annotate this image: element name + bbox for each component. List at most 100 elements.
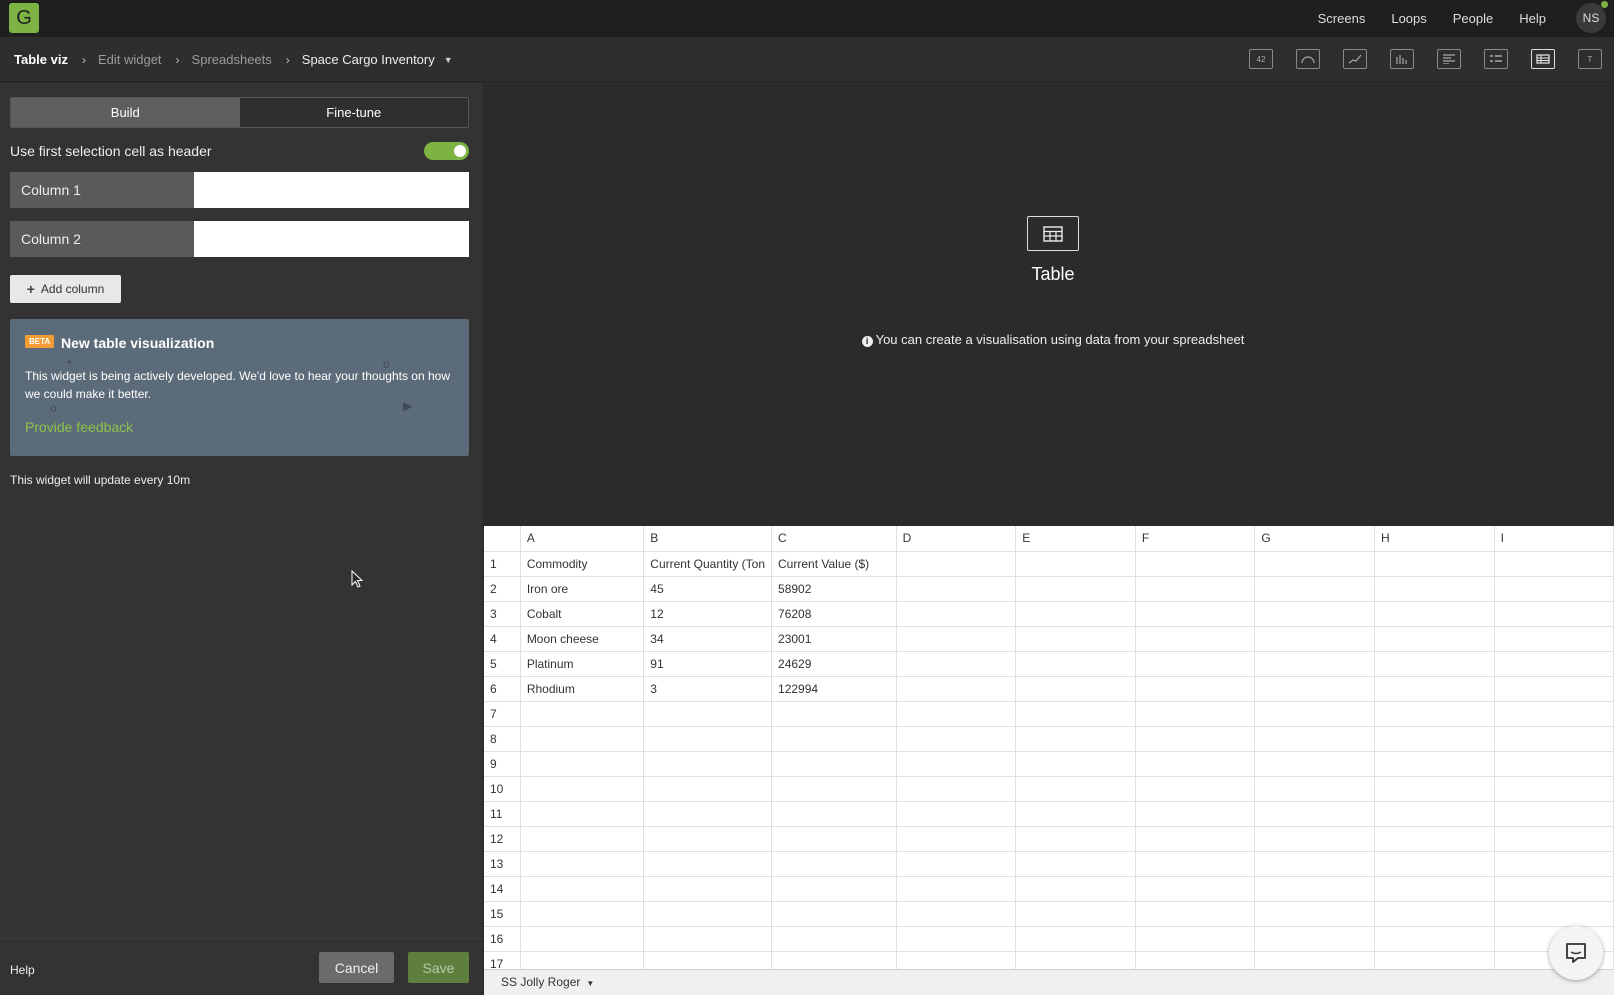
sheet-cell[interactable] — [896, 901, 1017, 927]
sheet-cell[interactable]: 34 — [643, 626, 773, 652]
sheet-cell[interactable] — [1015, 601, 1136, 627]
sheet-cell[interactable] — [771, 726, 897, 752]
sheet-cell[interactable] — [896, 801, 1017, 827]
row-number[interactable]: 7 — [484, 701, 521, 727]
number-widget-icon[interactable]: 42 — [1249, 49, 1273, 69]
column-header[interactable]: A — [520, 526, 645, 552]
sheet-cell[interactable] — [1374, 726, 1495, 752]
sheet-cell[interactable] — [520, 801, 645, 827]
breadcrumb-spreadsheets[interactable]: Spreadsheets — [192, 52, 272, 67]
sheet-cell[interactable] — [1254, 576, 1376, 602]
sheet-cell[interactable] — [643, 751, 773, 777]
row-number[interactable]: 6 — [484, 676, 521, 702]
sheet-cell[interactable] — [1254, 826, 1376, 852]
sheet-cell[interactable] — [1135, 751, 1256, 777]
sheet-cell[interactable] — [771, 701, 897, 727]
sheet-cell[interactable] — [1374, 601, 1495, 627]
sheet-cell[interactable] — [896, 626, 1017, 652]
sheet-cell[interactable] — [1494, 901, 1614, 927]
sheet-cell[interactable] — [1374, 626, 1495, 652]
header-toggle[interactable] — [424, 142, 469, 160]
row-number[interactable]: 14 — [484, 876, 521, 902]
sheet-cell[interactable]: 45 — [643, 576, 773, 602]
sheet-cell[interactable] — [1374, 926, 1495, 952]
sheet-cell[interactable] — [1254, 751, 1376, 777]
sheet-cell[interactable] — [771, 851, 897, 877]
sheet-cell[interactable] — [1254, 726, 1376, 752]
sheet-cell[interactable] — [1254, 701, 1376, 727]
add-column-button[interactable]: + Add column — [10, 275, 121, 303]
sheet-cell[interactable] — [1494, 626, 1614, 652]
cancel-button[interactable]: Cancel — [319, 952, 394, 983]
bar-chart-widget-icon[interactable] — [1390, 49, 1414, 69]
sheet-cell[interactable] — [520, 776, 645, 802]
sheet-cell[interactable] — [1135, 601, 1256, 627]
sheet-cell[interactable] — [1254, 901, 1376, 927]
sheet-cell[interactable] — [1135, 851, 1256, 877]
sheet-cell[interactable] — [1135, 801, 1256, 827]
sheet-cell[interactable] — [896, 851, 1017, 877]
sheet-cell[interactable] — [1135, 701, 1256, 727]
row-number[interactable]: 2 — [484, 576, 521, 602]
sheet-cell[interactable] — [1374, 551, 1495, 577]
sheet-cell[interactable] — [771, 826, 897, 852]
sheet-cell[interactable] — [1015, 551, 1136, 577]
row-number[interactable]: 1 — [484, 551, 521, 577]
text-widget-icon[interactable] — [1437, 49, 1461, 69]
sheet-cell[interactable] — [1494, 751, 1614, 777]
row-number[interactable]: 10 — [484, 776, 521, 802]
sheet-cell[interactable] — [771, 801, 897, 827]
sheet-cell[interactable] — [896, 876, 1017, 902]
sheet-cell[interactable] — [1254, 951, 1376, 969]
provide-feedback-link[interactable]: Provide feedback — [25, 419, 133, 435]
sheet-cell[interactable] — [643, 826, 773, 852]
sheet-cell[interactable] — [896, 826, 1017, 852]
sheet-cell[interactable]: Rhodium — [520, 676, 645, 702]
sheet-cell[interactable] — [1494, 776, 1614, 802]
sheet-cell[interactable] — [1015, 826, 1136, 852]
column-2-input[interactable] — [194, 221, 469, 257]
sheet-cell[interactable] — [896, 926, 1017, 952]
sheet-cell[interactable] — [520, 751, 645, 777]
sheet-cell[interactable] — [1374, 876, 1495, 902]
sheet-cell[interactable] — [520, 826, 645, 852]
nav-loops[interactable]: Loops — [1391, 11, 1426, 26]
sheet-cell[interactable] — [1494, 576, 1614, 602]
row-number[interactable]: 15 — [484, 901, 521, 927]
title-widget-icon[interactable]: T — [1578, 49, 1602, 69]
sheet-cell[interactable] — [1374, 826, 1495, 852]
sheet-cell[interactable] — [1374, 676, 1495, 702]
nav-help[interactable]: Help — [1519, 11, 1546, 26]
sheet-cell[interactable] — [1015, 576, 1136, 602]
sheet-cell[interactable] — [896, 951, 1017, 969]
sheet-cell[interactable] — [1135, 551, 1256, 577]
sheet-cell[interactable]: Commodity — [520, 551, 645, 577]
sheet-cell[interactable] — [1135, 676, 1256, 702]
sheet-cell[interactable] — [520, 951, 645, 969]
sheet-cell[interactable]: Cobalt — [520, 601, 645, 627]
sheet-cell[interactable] — [896, 676, 1017, 702]
sheet-cell[interactable]: Current Value ($) — [771, 551, 897, 577]
sheet-cell[interactable] — [1135, 951, 1256, 969]
sheet-cell[interactable] — [1254, 676, 1376, 702]
sheet-tab[interactable]: SS Jolly Roger ▼ — [501, 975, 594, 989]
sheet-cell[interactable]: 23001 — [771, 626, 897, 652]
sheet-cell[interactable] — [1374, 751, 1495, 777]
sheet-cell[interactable] — [1494, 876, 1614, 902]
sheet-cell[interactable] — [771, 776, 897, 802]
sheet-cell[interactable] — [520, 926, 645, 952]
table-widget-icon[interactable] — [1531, 49, 1555, 69]
sheet-cell[interactable] — [1254, 601, 1376, 627]
sheet-cell[interactable] — [1254, 801, 1376, 827]
sheet-cell[interactable] — [1494, 651, 1614, 677]
sheet-cell[interactable]: 76208 — [771, 601, 897, 627]
sheet-cell[interactable] — [1015, 801, 1136, 827]
sheet-cell[interactable] — [896, 601, 1017, 627]
row-number[interactable]: 4 — [484, 626, 521, 652]
sheet-cell[interactable] — [643, 726, 773, 752]
avatar[interactable]: NS — [1576, 3, 1606, 33]
sheet-cell[interactable] — [520, 901, 645, 927]
sheet-cell[interactable] — [771, 751, 897, 777]
sheet-cell[interactable] — [1494, 826, 1614, 852]
sheet-cell[interactable] — [520, 851, 645, 877]
